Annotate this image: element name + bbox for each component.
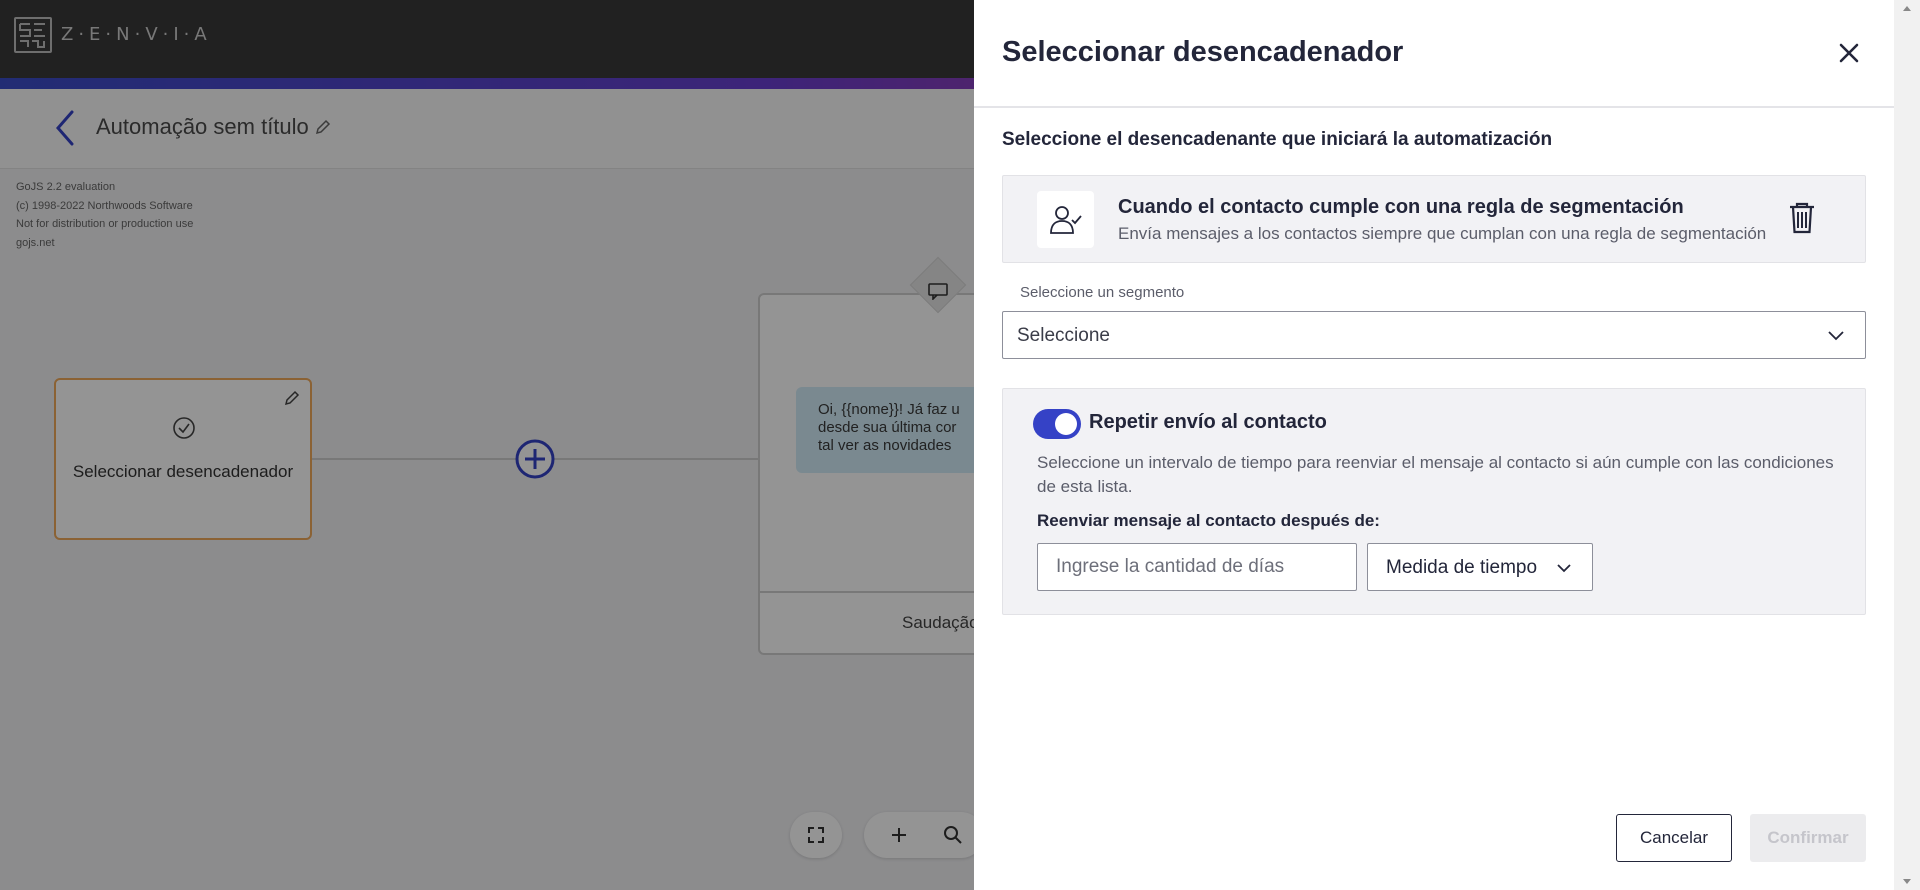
user-check-icon xyxy=(1037,191,1094,248)
drawer-header: Seleccionar desencadenador xyxy=(974,0,1894,108)
selected-trigger-card: Cuando el contacto cumple con una regla … xyxy=(1002,175,1866,263)
toggle-knob xyxy=(1055,413,1077,435)
trash-icon[interactable] xyxy=(1787,201,1817,235)
confirm-button[interactable]: Confirmar xyxy=(1750,814,1866,862)
repeat-send-section: Repetir envío al contacto Seleccione un … xyxy=(1002,388,1866,615)
days-input[interactable] xyxy=(1037,543,1357,591)
resend-label: Reenviar mensaje al contacto después de: xyxy=(1037,511,1380,530)
scroll-down-icon[interactable] xyxy=(1903,879,1911,884)
repeat-description: Seleccione un intervalo de tiempo para r… xyxy=(1037,453,1834,496)
repeat-toggle[interactable] xyxy=(1033,409,1081,439)
drawer-title: Seleccionar desencadenador xyxy=(1002,36,1404,68)
scroll-up-icon[interactable] xyxy=(1903,6,1911,11)
modal-backdrop[interactable] xyxy=(0,0,974,890)
segment-select[interactable]: Seleccione xyxy=(1002,311,1866,359)
cancel-button[interactable]: Cancelar xyxy=(1616,814,1732,862)
segment-label: Seleccione un segmento xyxy=(1020,284,1185,301)
page-scrollbar[interactable] xyxy=(1894,0,1920,890)
repeat-title: Repetir envío al contacto xyxy=(1089,411,1327,433)
time-unit-value: Medida de tiempo xyxy=(1386,557,1538,578)
drawer-subtitle: Seleccione el desencadenante que iniciar… xyxy=(1002,129,1553,150)
chevron-down-icon xyxy=(1828,331,1844,341)
segment-select-value: Seleccione xyxy=(1017,325,1110,346)
time-unit-select[interactable]: Medida de tiempo xyxy=(1367,543,1593,591)
trigger-title: Cuando el contacto cumple con una regla … xyxy=(1118,196,1684,218)
close-icon[interactable] xyxy=(1836,40,1862,66)
chevron-down-icon xyxy=(1557,564,1571,573)
trigger-description: Envía mensajes a los contactos siempre q… xyxy=(1118,224,1767,243)
select-trigger-drawer: Seleccionar desencadenador Seleccione el… xyxy=(974,0,1894,890)
